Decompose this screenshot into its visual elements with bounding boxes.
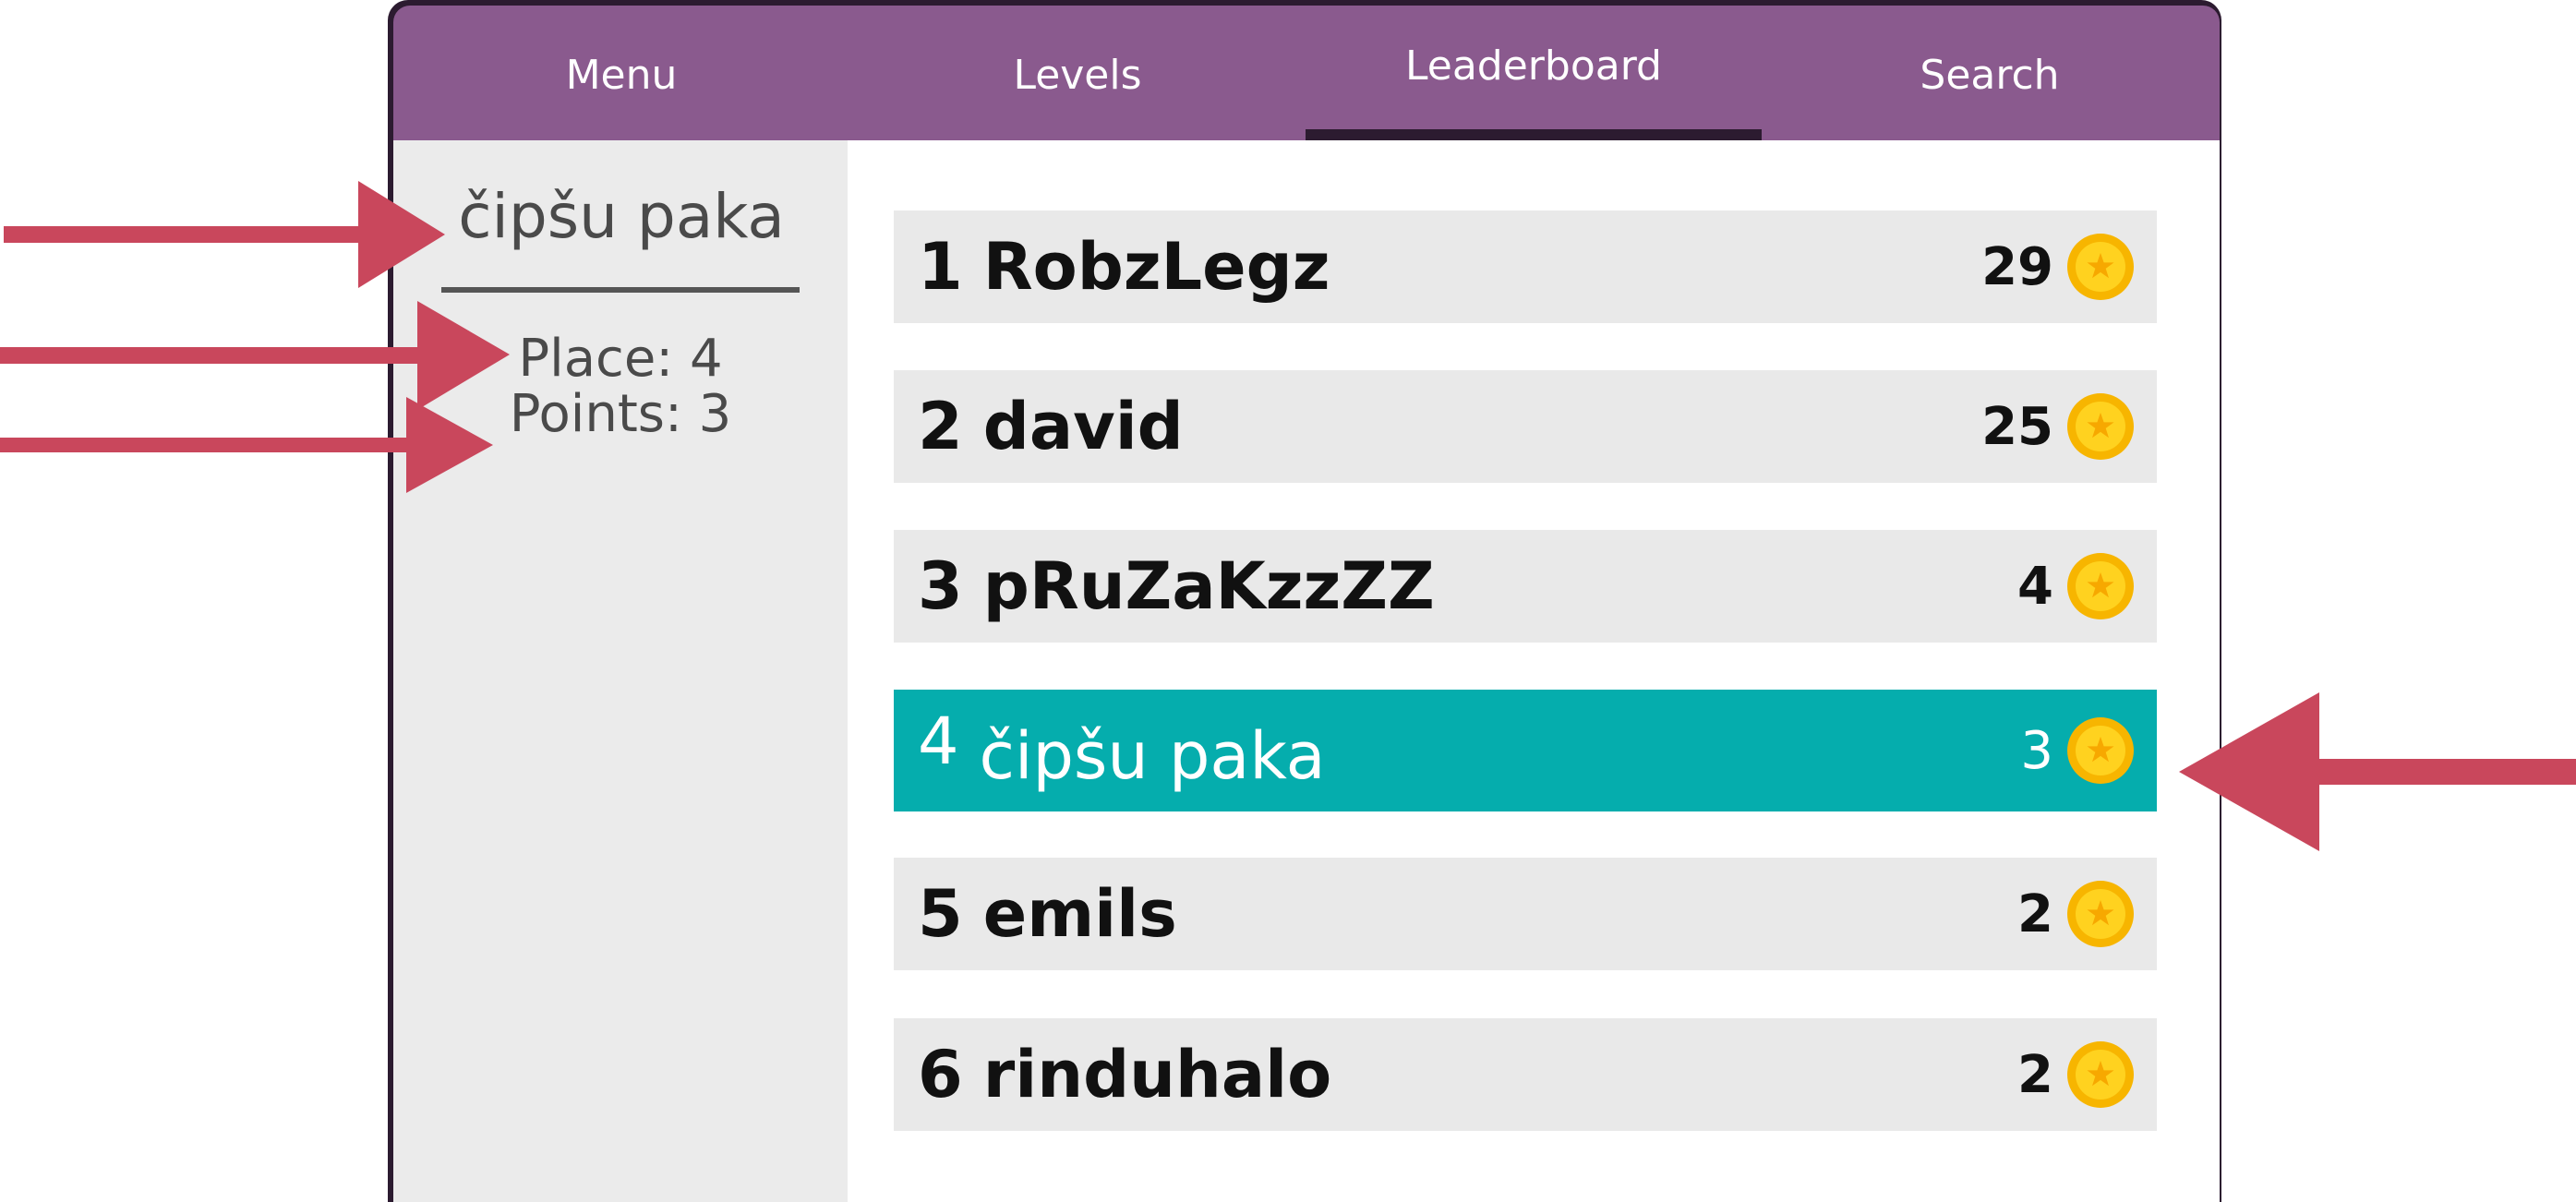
leaderboard-row[interactable]: 3 pRuZaKzzZZ 4 (894, 530, 2157, 643)
row-name: david (982, 389, 1184, 464)
row-score: 2 (2017, 883, 2053, 944)
arrow-right-icon (0, 397, 493, 493)
row-rank: 4 (918, 703, 959, 779)
row-rank: 6 (918, 1037, 963, 1112)
row-player: 6 rinduhalo (918, 1018, 1331, 1131)
leaderboard-row[interactable]: 5 emils 2 (894, 858, 2157, 970)
tab-menu[interactable]: Menu (393, 6, 849, 140)
tab-search[interactable]: Search (1762, 6, 2218, 140)
row-rank: 5 (918, 876, 963, 952)
tab-levels-label: Levels (1013, 51, 1142, 99)
tab-leaderboard[interactable]: Leaderboard (1306, 6, 1762, 140)
coin-icon (2067, 553, 2134, 619)
profile-name: čipšu paka (458, 181, 785, 252)
coin-icon (2067, 393, 2134, 460)
coin-icon (2067, 717, 2134, 784)
arrow-right-icon (0, 301, 510, 410)
row-score: 2 (2017, 1044, 2053, 1105)
row-player: 1 RobzLegz (918, 210, 1330, 323)
row-name: pRuZaKzzZZ (982, 548, 1435, 624)
tab-search-label: Search (1920, 51, 2060, 99)
row-player: 5 emils (918, 858, 1177, 970)
row-score: 4 (2017, 556, 2053, 617)
top-navigation: Menu Levels Leaderboard Search (393, 6, 2220, 140)
active-tab-indicator (1306, 129, 1762, 140)
row-name: RobzLegz (982, 229, 1330, 305)
row-score: 29 (1981, 236, 2053, 297)
arrow-left-icon (2179, 692, 2576, 851)
coin-icon (2067, 881, 2134, 947)
row-name: rinduhalo (982, 1037, 1332, 1112)
leaderboard-row[interactable]: 1 RobzLegz 29 (894, 210, 2157, 323)
row-rank: 1 (918, 229, 963, 305)
leaderboard-row[interactable]: 6 rinduhalo 2 (894, 1018, 2157, 1131)
row-player: 4 čipšu paka (918, 690, 1326, 811)
coin-icon (2067, 234, 2134, 300)
row-score: 3 (2020, 720, 2053, 781)
tab-levels[interactable]: Levels (849, 6, 1306, 140)
row-rank: 3 (918, 548, 963, 624)
leaderboard-row[interactable]: 2 david 25 (894, 370, 2157, 483)
coin-icon (2067, 1041, 2134, 1108)
profile-divider (441, 287, 800, 293)
arrow-right-icon (4, 181, 445, 288)
row-name: čipšu paka (979, 718, 1326, 794)
row-rank: 2 (918, 389, 963, 464)
row-player: 2 david (918, 370, 1184, 483)
row-player: 3 pRuZaKzzZZ (918, 530, 1435, 643)
screenshot-stage: Menu Levels Leaderboard Search čipšu pak… (0, 0, 2576, 1202)
tab-leaderboard-label: Leaderboard (1405, 42, 1662, 90)
leaderboard-row-current-player[interactable]: 4 čipšu paka 3 (894, 690, 2157, 811)
row-name: emils (982, 876, 1177, 952)
tab-menu-label: Menu (565, 51, 678, 99)
row-score: 25 (1981, 396, 2053, 457)
